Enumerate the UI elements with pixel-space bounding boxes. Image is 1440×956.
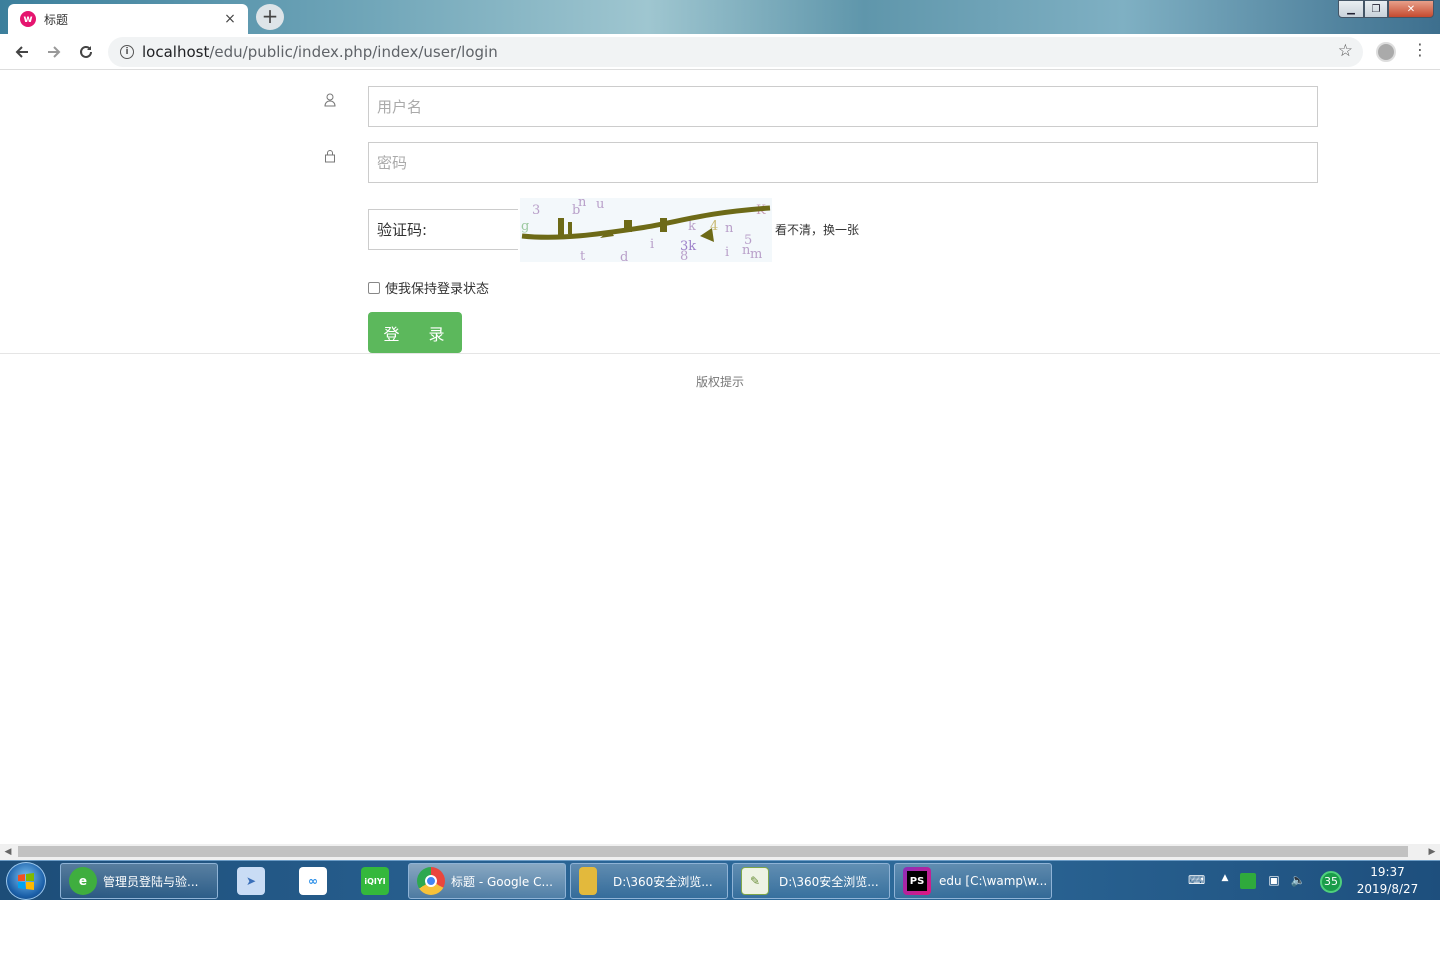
remember-checkbox[interactable] <box>368 281 380 294</box>
keyboard-icon[interactable]: ⌨ <box>1188 873 1205 889</box>
close-window-button[interactable]: ✕ <box>1388 0 1434 18</box>
network-icon[interactable]: ▣ <box>1266 873 1282 889</box>
minimize-button[interactable]: ▁ <box>1338 0 1364 18</box>
windows-logo-icon <box>18 873 34 890</box>
window-controls: ▁ ❐ ✕ <box>1338 0 1434 18</box>
svg-text:t: t <box>580 249 586 262</box>
browser-menu-icon[interactable]: ⋮ <box>1412 40 1428 59</box>
taskbar-label: 标题 - Google C... <box>451 874 553 889</box>
footer-divider <box>0 353 1440 354</box>
new-tab-button[interactable]: + <box>256 4 284 30</box>
clock-date: 2019/8/27 <box>1356 882 1419 896</box>
security-badge-icon[interactable]: 35 <box>1320 871 1342 893</box>
login-page: 用户名 密码 验证码: 3bnu g i 3k 4n5 inm td8 kK 看不清… <box>0 71 1440 844</box>
taskbar-label: edu [C:\wamp\w... <box>939 874 1048 888</box>
scroll-left-icon[interactable]: ◀ <box>0 844 16 860</box>
horizontal-scrollbar[interactable]: ◀ ▶ <box>0 844 1440 860</box>
windows-taskbar: e 管理员登陆与验... ➤ ∞ iQIYI 标题 - Google C... … <box>0 860 1440 900</box>
svg-text:m: m <box>750 247 762 262</box>
360-browser-icon: e <box>69 867 97 895</box>
address-bar[interactable]: i localhost/edu/public/index.php/index/u… <box>108 37 1363 67</box>
svg-text:i: i <box>650 237 654 252</box>
tab-close-icon[interactable]: × <box>222 11 238 27</box>
taskbar-pinned-feishu[interactable]: ➤ <box>222 863 280 899</box>
chrome-icon <box>417 867 445 895</box>
feishu-icon: ➤ <box>237 867 265 895</box>
copyright-text: 版权提示 <box>695 375 744 389</box>
taskbar-item-notepad[interactable]: ✎ D:\360安全浏览... <box>732 863 890 899</box>
maximize-button[interactable]: ❐ <box>1364 0 1388 18</box>
login-button[interactable]: 登 录 <box>368 312 462 353</box>
browser-titlebar: w 标题 × + ▁ ❐ ✕ <box>0 0 1440 34</box>
captcha-image[interactable]: 3bnu g i 3k 4n5 inm td8 kK <box>520 195 772 265</box>
taskbar-item-360[interactable]: e 管理员登陆与验... <box>60 863 218 899</box>
iqiyi-icon: iQIYI <box>361 867 389 895</box>
url-path: /edu/public/index.php/index/user/login <box>209 43 498 61</box>
forward-arrow-icon <box>48 46 61 58</box>
taskbar-clock[interactable]: 19:37 2019/8/27 <box>1350 864 1425 898</box>
scroll-right-icon[interactable]: ▶ <box>1424 844 1440 860</box>
tab-favicon-icon: w <box>20 11 36 27</box>
reload-icon <box>80 45 92 58</box>
show-hidden-icons-icon[interactable]: ▲ <box>1217 873 1233 889</box>
notepad-icon: ✎ <box>741 867 769 895</box>
svg-text:g: g <box>521 219 529 234</box>
taskbar-item-phpstorm[interactable]: PS edu [C:\wamp\w... <box>894 863 1052 899</box>
site-info-icon[interactable]: i <box>120 45 134 59</box>
reload-button[interactable] <box>70 36 102 68</box>
green-app-icon[interactable] <box>1240 873 1256 889</box>
browser-tab[interactable]: w 标题 × <box>8 4 248 34</box>
url-text: localhost/edu/public/index.php/index/use… <box>142 43 498 61</box>
taskbar-pinned-iqiyi[interactable]: iQIYI <box>346 863 404 899</box>
svg-text:n: n <box>578 198 587 210</box>
taskbar-pinned-netdisk[interactable]: ∞ <box>284 863 342 899</box>
user-icon <box>322 93 338 109</box>
svg-text:3: 3 <box>532 203 540 218</box>
back-button[interactable] <box>6 36 38 68</box>
start-button[interactable] <box>6 862 46 900</box>
lock-icon <box>322 149 338 165</box>
taskbar-label: D:\360安全浏览... <box>779 874 879 889</box>
captcha-refresh-link[interactable]: 看不清，换一张 <box>775 221 859 238</box>
captcha-input[interactable]: 验证码: <box>368 209 518 250</box>
forward-button[interactable] <box>38 36 70 68</box>
svg-text:i: i <box>725 245 729 260</box>
taskbar-item-chrome[interactable]: 标题 - Google C... <box>408 863 566 899</box>
remember-me[interactable]: 使我保持登录状态 <box>368 278 489 297</box>
taskbar-label: D:\360安全浏览... <box>613 874 713 889</box>
username-input[interactable]: 用户名 <box>368 86 1318 127</box>
remember-label: 使我保持登录状态 <box>385 282 490 297</box>
taskbar-item-explorer[interactable]: D:\360安全浏览... <box>570 863 728 899</box>
scrollbar-thumb[interactable] <box>18 846 1408 857</box>
clock-time: 19:37 <box>1370 865 1405 879</box>
phpstorm-icon: PS <box>903 867 931 895</box>
svg-text:k: k <box>688 219 696 234</box>
password-input[interactable]: 密码 <box>368 142 1318 183</box>
svg-text:u: u <box>596 198 604 212</box>
svg-text:8: 8 <box>680 249 688 262</box>
profile-avatar-icon[interactable] <box>1376 42 1396 62</box>
back-arrow-icon <box>15 46 28 58</box>
tab-title: 标题 <box>44 12 69 27</box>
folder-icon <box>579 867 597 895</box>
url-host: localhost <box>142 43 210 61</box>
svg-text:d: d <box>620 250 628 262</box>
taskbar-label: 管理员登陆与验... <box>103 874 199 889</box>
svg-text:n: n <box>725 221 734 236</box>
volume-icon[interactable]: 🔈 <box>1290 873 1306 889</box>
bookmark-star-icon[interactable]: ☆ <box>1338 41 1353 61</box>
baidu-netdisk-icon: ∞ <box>299 867 327 895</box>
browser-toolbar: i localhost/edu/public/index.php/index/u… <box>0 34 1440 70</box>
